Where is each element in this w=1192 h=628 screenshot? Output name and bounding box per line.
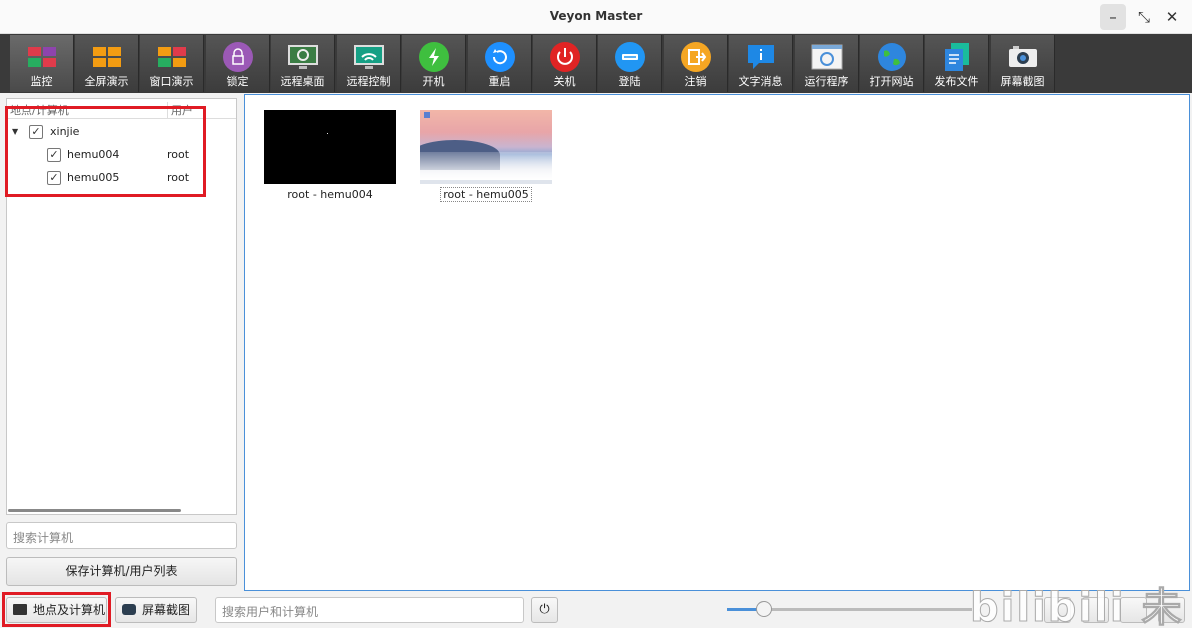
power-icon: ⏻ <box>539 602 550 617</box>
main-toolbar: 监控 全屏演示 窗口演示 锁定 远程桌面 远程控制 开机 重启 关机 登陆 注销… <box>0 34 1192 93</box>
power-on-icon <box>419 42 449 72</box>
tree-horizontal-scrollbar[interactable] <box>8 509 181 512</box>
screen-dot <box>327 133 328 134</box>
toolbar-fullscreen-demo-button[interactable]: 全屏演示 <box>75 35 139 92</box>
user-computer-search-input[interactable]: 搜索用户和计算机 <box>215 597 524 623</box>
toolbar-label: 发布文件 <box>934 75 979 88</box>
toolbar-distribute-file-button[interactable]: 发布文件 <box>925 35 989 92</box>
toolbar-power-on-button[interactable]: 开机 <box>402 35 466 92</box>
close-button[interactable]: ✕ <box>1159 4 1185 30</box>
restore-button[interactable]: ⤡ <box>1131 4 1157 30</box>
toolbar-label: 关机 <box>553 75 576 88</box>
zoom-slider-handle[interactable] <box>755 601 772 617</box>
computer-tile-hemu005[interactable] <box>420 110 552 184</box>
toolbar-label: 运行程序 <box>804 75 849 88</box>
screenshots-button[interactable]: 屏幕截图 <box>115 597 197 623</box>
toolbar-label: 打开网站 <box>869 75 914 88</box>
toolbar-label: 远程控制 <box>346 75 391 88</box>
highlight-box-tree <box>5 106 206 197</box>
highlight-box-locations <box>2 592 111 627</box>
toolbar-monitor-button[interactable]: 监控 <box>10 35 74 92</box>
toolbar-label: 监控 <box>30 75 53 88</box>
remote-desktop-icon <box>288 45 318 69</box>
toolbar-login-button[interactable]: 登陆 <box>598 35 662 92</box>
toolbar-remote-desktop-button[interactable]: 远程桌面 <box>271 35 335 92</box>
zoom-slider[interactable] <box>727 601 972 617</box>
lock-icon <box>223 42 253 72</box>
monitor-grid-icon <box>28 47 56 67</box>
toolbar-remote-control-button[interactable]: 远程控制 <box>337 35 401 92</box>
toolbar-label: 锁定 <box>226 75 249 88</box>
computer-tile-label: root - hemu004 <box>287 188 373 201</box>
toolbar-label: 全屏演示 <box>84 75 129 88</box>
toolbar-text-message-button[interactable]: 文字消息 <box>729 35 793 92</box>
power-off-icon <box>550 42 580 72</box>
logout-icon <box>681 42 711 72</box>
toolbar-label: 屏幕截图 <box>1000 75 1045 88</box>
camera-icon <box>122 604 136 615</box>
computer-tile-hemu004[interactable] <box>264 110 396 184</box>
desktop-icon <box>424 112 430 118</box>
reboot-icon <box>485 42 515 72</box>
toolbar-label: 重启 <box>488 75 511 88</box>
computer-search-input[interactable]: 搜索计算机 <box>6 522 237 549</box>
toolbar-label: 注销 <box>684 75 707 88</box>
minimize-button[interactable]: – <box>1100 4 1126 30</box>
toolbar-power-off-button[interactable]: 关机 <box>533 35 597 92</box>
toolbar-window-demo-button[interactable]: 窗口演示 <box>140 35 204 92</box>
login-icon <box>615 42 645 72</box>
toolbar-label: 开机 <box>422 75 445 88</box>
toolbar-logout-button[interactable]: 注销 <box>664 35 728 92</box>
remote-control-icon <box>354 45 384 69</box>
toolbar-reboot-button[interactable]: 重启 <box>468 35 532 92</box>
text-message-icon <box>748 45 774 69</box>
toolbar-lock-button[interactable]: 锁定 <box>206 35 270 92</box>
computer-tile-label-text: root - hemu005 <box>440 187 532 202</box>
watermark: bilibili 未来AI <box>970 585 1184 628</box>
screenshots-label: 屏幕截图 <box>142 603 191 617</box>
toolbar-label: 窗口演示 <box>149 75 194 88</box>
toolbar-screenshot-button[interactable]: 屏幕截图 <box>991 35 1055 92</box>
toolbar-run-program-button[interactable]: 运行程序 <box>795 35 859 92</box>
computer-tile-label: root - hemu005 <box>420 187 552 202</box>
open-website-icon <box>878 43 906 71</box>
fullscreen-demo-icon <box>93 47 121 67</box>
toolbar-open-website-button[interactable]: 打开网站 <box>860 35 924 92</box>
toolbar-label: 远程桌面 <box>280 75 325 88</box>
title-bar: Veyon Master – ⤡ ✕ <box>0 0 1192 34</box>
distribute-file-icon <box>945 43 969 71</box>
window-demo-icon <box>158 47 186 67</box>
window-title: Veyon Master <box>549 9 643 23</box>
power-filter-button[interactable]: ⏻ <box>531 597 558 623</box>
run-program-icon <box>811 44 843 70</box>
toolbar-label: 文字消息 <box>738 75 783 88</box>
toolbar-label: 登陆 <box>618 75 641 88</box>
landscape-fog <box>420 152 552 180</box>
screenshot-icon <box>1009 46 1037 67</box>
taskbar <box>420 180 552 184</box>
save-list-button[interactable]: 保存计算机/用户列表 <box>6 557 237 586</box>
computer-monitoring-view: root - hemu004 root - hemu005 <box>244 94 1190 591</box>
